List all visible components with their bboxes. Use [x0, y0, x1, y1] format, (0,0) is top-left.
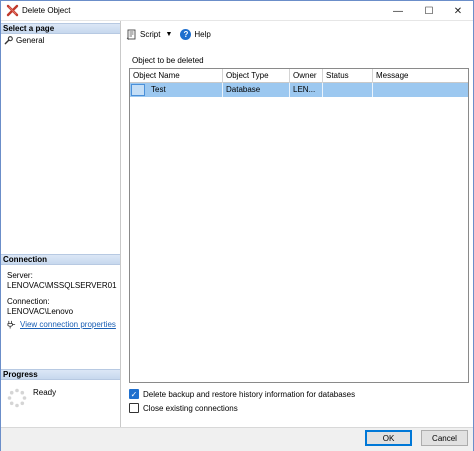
cell-object-type: Database [223, 83, 290, 97]
delete-backup-option[interactable]: ✓ Delete backup and restore history info… [129, 389, 355, 399]
delete-backup-checkbox[interactable]: ✓ [129, 389, 139, 399]
ok-button[interactable]: OK [365, 430, 412, 446]
close-connections-checkbox[interactable] [129, 403, 139, 413]
progress-spinner-icon [7, 388, 27, 408]
objects-grid[interactable]: Object Name Object Type Owner Status Mes… [129, 68, 469, 383]
delete-x-icon [6, 4, 19, 17]
cell-object-name: Test [147, 83, 223, 97]
column-header-status[interactable]: Status [323, 69, 373, 83]
cancel-button[interactable]: Cancel [421, 430, 468, 446]
row-selector[interactable] [131, 84, 145, 96]
column-header-message[interactable]: Message [373, 69, 468, 83]
server-value: LENOVAC\MSSQLSERVER01 [7, 281, 117, 290]
delete-backup-label: Delete backup and restore history inform… [143, 389, 356, 399]
select-page-header: Select a page [1, 23, 120, 34]
progress-header: Progress [1, 369, 120, 380]
script-label: Script [140, 29, 161, 39]
column-header-object-type[interactable]: Object Type [223, 69, 290, 83]
nav-item-label: General [16, 36, 45, 45]
close-connections-option[interactable]: Close existing connections [129, 403, 238, 413]
title-bar: Delete Object — ☐ ✕ [1, 1, 473, 21]
script-button[interactable]: Script ▼ [126, 29, 172, 40]
objects-to-delete-label: Object to be deleted [132, 56, 204, 65]
table-row[interactable]: Test Database LEN... [130, 83, 468, 97]
server-label: Server: [7, 271, 33, 280]
column-header-owner[interactable]: Owner [290, 69, 323, 83]
left-pane: Select a page General Connection Server:… [1, 21, 121, 427]
connection-plug-icon [7, 320, 16, 329]
window-title: Delete Object [22, 6, 71, 15]
close-icon: ✕ [453, 5, 463, 17]
script-icon [126, 29, 136, 40]
close-connections-label: Close existing connections [143, 403, 238, 413]
cell-message [373, 83, 468, 97]
cell-owner: LEN... [290, 83, 323, 97]
toolbar: Script ▼ ? Help [122, 22, 473, 46]
wrench-icon [4, 36, 13, 45]
help-label: Help [194, 29, 211, 39]
view-connection-row: View connection properties [7, 320, 116, 329]
close-button[interactable]: ✕ [443, 1, 473, 21]
chevron-down-icon[interactable]: ▼ [165, 31, 172, 38]
grid-header: Object Name Object Type Owner Status Mes… [130, 69, 468, 83]
delete-object-dialog: Delete Object — ☐ ✕ Select a page Genera… [0, 0, 474, 451]
connection-header: Connection [1, 254, 120, 265]
connection-value: LENOVAC\Lenovo [7, 307, 74, 316]
help-icon: ? [180, 28, 192, 40]
minimize-button[interactable]: — [383, 1, 413, 21]
progress-status: Ready [33, 388, 57, 397]
cell-status [323, 83, 373, 97]
connection-label: Connection: [7, 297, 50, 306]
nav-item-general[interactable]: General [4, 35, 44, 46]
help-button[interactable]: ? Help [180, 28, 211, 40]
column-header-object-name[interactable]: Object Name [130, 69, 223, 83]
view-connection-properties-link[interactable]: View connection properties [20, 320, 116, 329]
maximize-icon: ☐ [424, 5, 434, 17]
minimize-icon: — [393, 5, 403, 17]
maximize-button[interactable]: ☐ [414, 1, 444, 21]
